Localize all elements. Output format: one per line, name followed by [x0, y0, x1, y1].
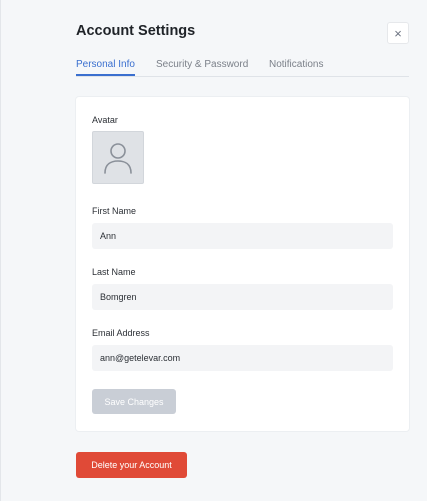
- first-name-field[interactable]: [92, 223, 393, 249]
- email-field[interactable]: [92, 345, 393, 371]
- tab-notifications[interactable]: Notifications: [269, 59, 323, 74]
- settings-tabs: Personal Info Security & Password Notifi…: [76, 58, 409, 77]
- tab-security-password[interactable]: Security & Password: [156, 59, 248, 74]
- close-icon: ×: [394, 25, 402, 41]
- user-placeholder-icon: [104, 142, 132, 174]
- first-name-label: First Name: [92, 206, 137, 216]
- last-name-label: Last Name: [92, 267, 136, 277]
- email-label: Email Address: [92, 328, 150, 338]
- avatar-label: Avatar: [92, 115, 118, 125]
- close-button[interactable]: ×: [387, 22, 409, 44]
- avatar[interactable]: [92, 131, 144, 184]
- tab-personal-info[interactable]: Personal Info: [76, 59, 135, 76]
- personal-info-card: Avatar First Name Last Name Email Addres…: [76, 97, 409, 431]
- last-name-field[interactable]: [92, 284, 393, 310]
- page-title: Account Settings: [76, 23, 196, 39]
- save-changes-button[interactable]: Save Changes: [92, 389, 176, 414]
- delete-account-button[interactable]: Delete your Account: [76, 452, 187, 478]
- account-settings-panel: Account Settings × Personal Info Securit…: [0, 0, 427, 501]
